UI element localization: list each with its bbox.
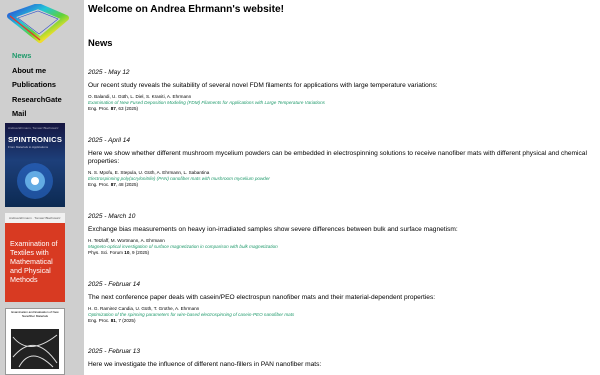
page-title: Welcome on Andrea Ehrmann's website! bbox=[88, 4, 285, 15]
citation-source: Eng. Proc. 87, 48 (2025) bbox=[88, 182, 139, 188]
news-date: 2025 - Februar 13 bbox=[88, 348, 141, 355]
site-logo[interactable] bbox=[4, 4, 70, 44]
news-text: Here we show whether different mushroom … bbox=[88, 150, 587, 166]
book-cover-spintronics[interactable]: Andrea Ehrmann, Tomasz Blachowicz SPINTR… bbox=[5, 123, 65, 207]
news-item: 2025 - May 12 Our recent study reveals t… bbox=[88, 68, 594, 112]
news-item: 2025 - March 10 Exchange bias measuremen… bbox=[88, 212, 594, 256]
news-date: 2025 - May 12 bbox=[88, 69, 130, 76]
book-authors: Andrea Ehrmann · Tomasz Blachowicz bbox=[9, 216, 61, 220]
citation: N. S. Mpofu, E. Stepula, U. Güth, A. Ehr… bbox=[88, 170, 594, 188]
citation: H. Tetzlaff, M. Wortmann, A. Ehrmann Mag… bbox=[88, 238, 594, 256]
nanofiber-cover-art bbox=[11, 329, 59, 369]
book-title: SPINTRONICS bbox=[8, 135, 63, 144]
citation: H. G. Ramirez Candia, U. Güth, T. Grothe… bbox=[88, 306, 594, 324]
book-title: Examination of Textiles with Mathematica… bbox=[10, 239, 58, 284]
news-text: The next conference paper deals with cas… bbox=[88, 294, 436, 301]
nav-item-about-me[interactable]: About me bbox=[12, 65, 62, 80]
book-cover-textiles[interactable]: Andrea Ehrmann · Tomasz Blachowicz Exami… bbox=[5, 213, 65, 302]
nav-item-news[interactable]: News bbox=[12, 50, 62, 65]
news-text: Our recent study reveals the suitability… bbox=[88, 82, 438, 89]
citation-source: Eng. Proc. 81, 7 (2025) bbox=[88, 318, 136, 324]
book-title: Examination and Evaluation of New Nanofi… bbox=[11, 310, 59, 318]
book-subtitle: From Materials to Applications bbox=[8, 145, 49, 149]
nav-item-mail[interactable]: Mail bbox=[12, 108, 62, 123]
nav-item-publications[interactable]: Publications bbox=[12, 79, 62, 94]
nav-item-researchgate[interactable]: ResearchGate bbox=[12, 94, 62, 109]
spintronics-cover-art bbox=[17, 163, 53, 199]
news-text: Exchange bias measurements on heavy ion-… bbox=[88, 226, 458, 233]
news-date: 2025 - March 10 bbox=[88, 213, 136, 220]
citation: O. Balandi, U. Güth, L. Diel, S. Kraniti… bbox=[88, 94, 594, 112]
main-nav: News About me Publications ResearchGate … bbox=[12, 50, 62, 123]
citation-source: Eng. Proc. 87, 63 (2025) bbox=[88, 106, 139, 112]
sidebar: News About me Publications ResearchGate … bbox=[0, 0, 84, 375]
news-item: 2025 - April 14 Here we show whether dif… bbox=[88, 136, 594, 188]
book-cover-nanofiber[interactable]: Examination and Evaluation of New Nanofi… bbox=[5, 308, 65, 375]
news-text: Here we investigate the influence of dif… bbox=[88, 361, 322, 368]
citation-source: Phys. Sci. Forum 10, 9 (2025) bbox=[88, 250, 150, 256]
book-authors: Andrea Ehrmann, Tomasz Blachowicz bbox=[8, 126, 59, 130]
news-date: 2025 - Februar 14 bbox=[88, 281, 141, 288]
news-item: 2025 - Februar 13 Here we investigate th… bbox=[88, 347, 594, 369]
news-date: 2025 - April 14 bbox=[88, 137, 131, 144]
news-item: 2025 - Februar 14 The next conference pa… bbox=[88, 280, 594, 324]
news-heading: News bbox=[88, 37, 113, 48]
